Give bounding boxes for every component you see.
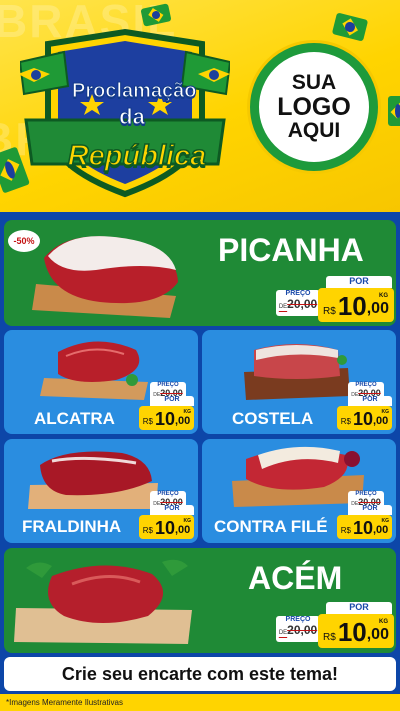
price-integer: 10 bbox=[352, 518, 373, 538]
logo-text-line-2: LOGO bbox=[277, 92, 351, 121]
product-name: FRALDINHA bbox=[22, 517, 122, 536]
acem-image bbox=[14, 559, 192, 644]
logo-placeholder: SUA LOGO AQUI bbox=[250, 43, 378, 171]
price-integer: 10 bbox=[154, 409, 175, 429]
contra-file-image bbox=[232, 446, 364, 507]
currency: R$ bbox=[340, 417, 351, 426]
currency: R$ bbox=[323, 306, 336, 317]
por-label: POR bbox=[326, 276, 392, 288]
old-price-box: PREÇO DE20,00 bbox=[276, 616, 320, 642]
header-banner: BRASIL BRASIL Proclamação da Repú bbox=[0, 0, 400, 212]
logo-text-line-3: AQUI bbox=[287, 119, 341, 143]
product-name: ALCATRA bbox=[34, 409, 115, 428]
price-box: R$ 10 ,00 KG bbox=[318, 288, 394, 322]
preco-label: PREÇO bbox=[285, 616, 311, 623]
costela-image bbox=[244, 344, 350, 400]
old-price-value: 20,00 bbox=[287, 297, 318, 311]
unit-label: KG bbox=[381, 409, 390, 415]
currency: R$ bbox=[142, 526, 153, 535]
title-line-3: República bbox=[67, 139, 207, 173]
price-box: R$ 10 ,00 KG bbox=[139, 406, 194, 430]
unit-label: KG bbox=[183, 518, 192, 524]
por-label: POR bbox=[326, 602, 392, 614]
republic-shield-emblem: Proclamação da República bbox=[20, 28, 230, 198]
fraldinha-image bbox=[28, 451, 158, 509]
price-decimal: ,00 bbox=[372, 524, 389, 536]
price-decimal: ,00 bbox=[366, 300, 389, 317]
flyer-page: BRASIL BRASIL Proclamação da Repú bbox=[0, 0, 400, 711]
product-name: COSTELA bbox=[232, 409, 314, 428]
por-label: POR bbox=[150, 396, 194, 406]
cta-banner: Crie seu encarte com este tema! bbox=[4, 657, 396, 691]
old-price-value: 20,00 bbox=[287, 623, 318, 637]
por-label: POR bbox=[150, 505, 194, 515]
por-label: POR bbox=[348, 505, 392, 515]
price-box: R$ 10 ,00 KG bbox=[139, 515, 194, 539]
price-box: R$ 10 ,00 KG bbox=[318, 614, 394, 648]
price-box: R$ 10 ,00 KG bbox=[337, 406, 392, 430]
old-price-box: PREÇO DE20,00 bbox=[276, 290, 320, 316]
preco-label: PREÇO bbox=[285, 290, 311, 297]
product-name: CONTRA FILÉ bbox=[214, 517, 328, 536]
price-integer: 10 bbox=[154, 518, 175, 538]
title-line-2: da bbox=[119, 104, 146, 130]
price-decimal: ,00 bbox=[174, 415, 191, 427]
unit-label: KG bbox=[183, 409, 192, 415]
price-integer: 10 bbox=[337, 291, 367, 321]
price-box: R$ 10 ,00 KG bbox=[337, 515, 392, 539]
picanha-image bbox=[32, 236, 178, 318]
unit-label: KG bbox=[381, 518, 390, 524]
price-decimal: ,00 bbox=[372, 415, 389, 427]
old-price-prefix: DE bbox=[278, 630, 288, 636]
price-decimal: ,00 bbox=[366, 626, 389, 643]
title-line-1: Proclamação bbox=[72, 80, 198, 103]
unit-label: KG bbox=[379, 619, 388, 625]
price-integer: 10 bbox=[337, 617, 367, 647]
old-price-prefix: DE bbox=[278, 304, 288, 310]
disclaimer-text: *Imagens Meramente Ilustrativas bbox=[0, 694, 400, 711]
brazil-flag-icon bbox=[331, 12, 369, 42]
currency: R$ bbox=[340, 526, 351, 535]
por-label: POR bbox=[348, 396, 392, 406]
discount-badge: -50% bbox=[8, 230, 40, 252]
price-decimal: ,00 bbox=[174, 524, 191, 536]
alcatra-image bbox=[40, 341, 148, 400]
brazil-flag-icon bbox=[388, 96, 400, 126]
product-name: PICANHA bbox=[218, 232, 364, 268]
price-integer: 10 bbox=[352, 409, 373, 429]
currency: R$ bbox=[323, 632, 336, 643]
logo-text-line-1: SUA bbox=[291, 70, 337, 94]
unit-label: KG bbox=[379, 293, 388, 299]
currency: R$ bbox=[142, 417, 153, 426]
product-name: ACÉM bbox=[248, 560, 343, 596]
